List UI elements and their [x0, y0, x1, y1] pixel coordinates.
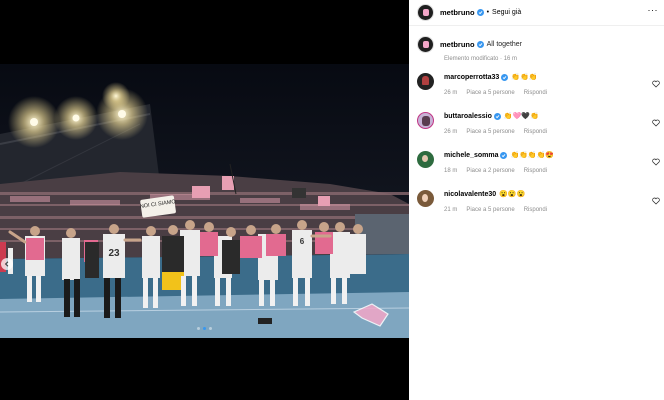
comment-text: 👏🩷🖤👏	[503, 113, 539, 120]
comment-item: marcoperrotta33 👏👏👏 26 m Piace a 5 perso…	[417, 73, 662, 96]
author-username[interactable]: metbruno	[440, 8, 475, 17]
comment-username[interactable]: michele_somma	[444, 152, 498, 159]
comment-text: 👏👏👏	[511, 74, 538, 81]
more-options-icon[interactable]: ···	[648, 6, 659, 15]
like-heart-icon[interactable]	[652, 80, 660, 88]
comment-time[interactable]: 26 m	[444, 129, 457, 135]
reply-button[interactable]: Rispondi	[524, 207, 547, 213]
following-button[interactable]: Segui già	[492, 9, 521, 16]
carousel-indicator	[0, 327, 409, 330]
carousel-dot	[209, 327, 212, 330]
commenter-avatar[interactable]	[417, 73, 434, 90]
chevron-left-icon	[4, 261, 9, 267]
verified-badge-icon	[476, 9, 484, 16]
post-details-panel: metbruno • Segui già ··· metbruno All to…	[409, 0, 664, 400]
verified-badge-icon	[500, 151, 508, 159]
comment-username[interactable]: nicolavalente30	[444, 191, 496, 198]
verified-badge-icon	[493, 112, 501, 120]
previous-slide-button[interactable]	[1, 258, 13, 270]
carousel-dot-active	[203, 327, 206, 330]
like-heart-icon[interactable]	[652, 158, 660, 166]
comment-text: 😮😮😮	[499, 191, 526, 198]
comment-likes[interactable]: Piace a 5 persone	[466, 90, 514, 96]
like-heart-icon[interactable]	[652, 119, 660, 127]
comment-time[interactable]: 26 m	[444, 90, 457, 96]
comment-likes[interactable]: Piace a 2 persone	[466, 168, 514, 174]
media-area: NOI CI SIAMO 23 6	[0, 0, 409, 400]
commenter-avatar[interactable]	[417, 151, 434, 168]
post-header: metbruno • Segui già ···	[409, 0, 664, 26]
post-photo[interactable]: NOI CI SIAMO 23 6	[0, 64, 409, 338]
comment-username[interactable]: marcoperrotta33	[444, 74, 499, 81]
comment-time[interactable]: 18 m	[444, 168, 457, 174]
svg-text:23: 23	[108, 248, 120, 259]
reply-button[interactable]: Rispondi	[524, 90, 547, 96]
reply-button[interactable]: Rispondi	[524, 168, 547, 174]
comment-text: 👏👏👏👏😍	[510, 152, 555, 159]
stadium-scene: NOI CI SIAMO 23 6	[0, 64, 409, 338]
comment-item: michele_somma 👏👏👏👏😍 18 m Piace a 2 perso…	[417, 151, 662, 174]
caption-author-username[interactable]: metbruno	[440, 40, 475, 49]
like-heart-icon[interactable]	[652, 197, 660, 205]
svg-text:6: 6	[300, 237, 305, 246]
header-separator: •	[486, 9, 490, 16]
caption-text: All together	[486, 41, 523, 48]
post-caption: metbruno All together Elemento modificat…	[417, 36, 657, 62]
comment-item: nicolavalente30 😮😮😮 21 m Piace a 5 perso…	[417, 190, 662, 213]
edited-label: Elemento modificato · 16 m	[444, 56, 518, 62]
author-avatar[interactable]	[417, 4, 434, 21]
comment-item: buttaroalessio 👏🩷🖤👏 26 m Piace a 5 perso…	[417, 112, 662, 135]
commenter-avatar[interactable]	[417, 112, 434, 129]
reply-button[interactable]: Rispondi	[524, 129, 547, 135]
comment-username[interactable]: buttaroalessio	[444, 113, 492, 120]
comment-time[interactable]: 21 m	[444, 207, 457, 213]
verified-badge-icon	[476, 41, 484, 48]
carousel-dot	[197, 327, 200, 330]
comment-likes[interactable]: Piace a 5 persone	[466, 129, 514, 135]
caption-author-avatar[interactable]	[417, 36, 434, 53]
comment-likes[interactable]: Piace a 5 persone	[466, 207, 514, 213]
verified-badge-icon	[501, 73, 509, 81]
commenter-avatar[interactable]	[417, 190, 434, 207]
